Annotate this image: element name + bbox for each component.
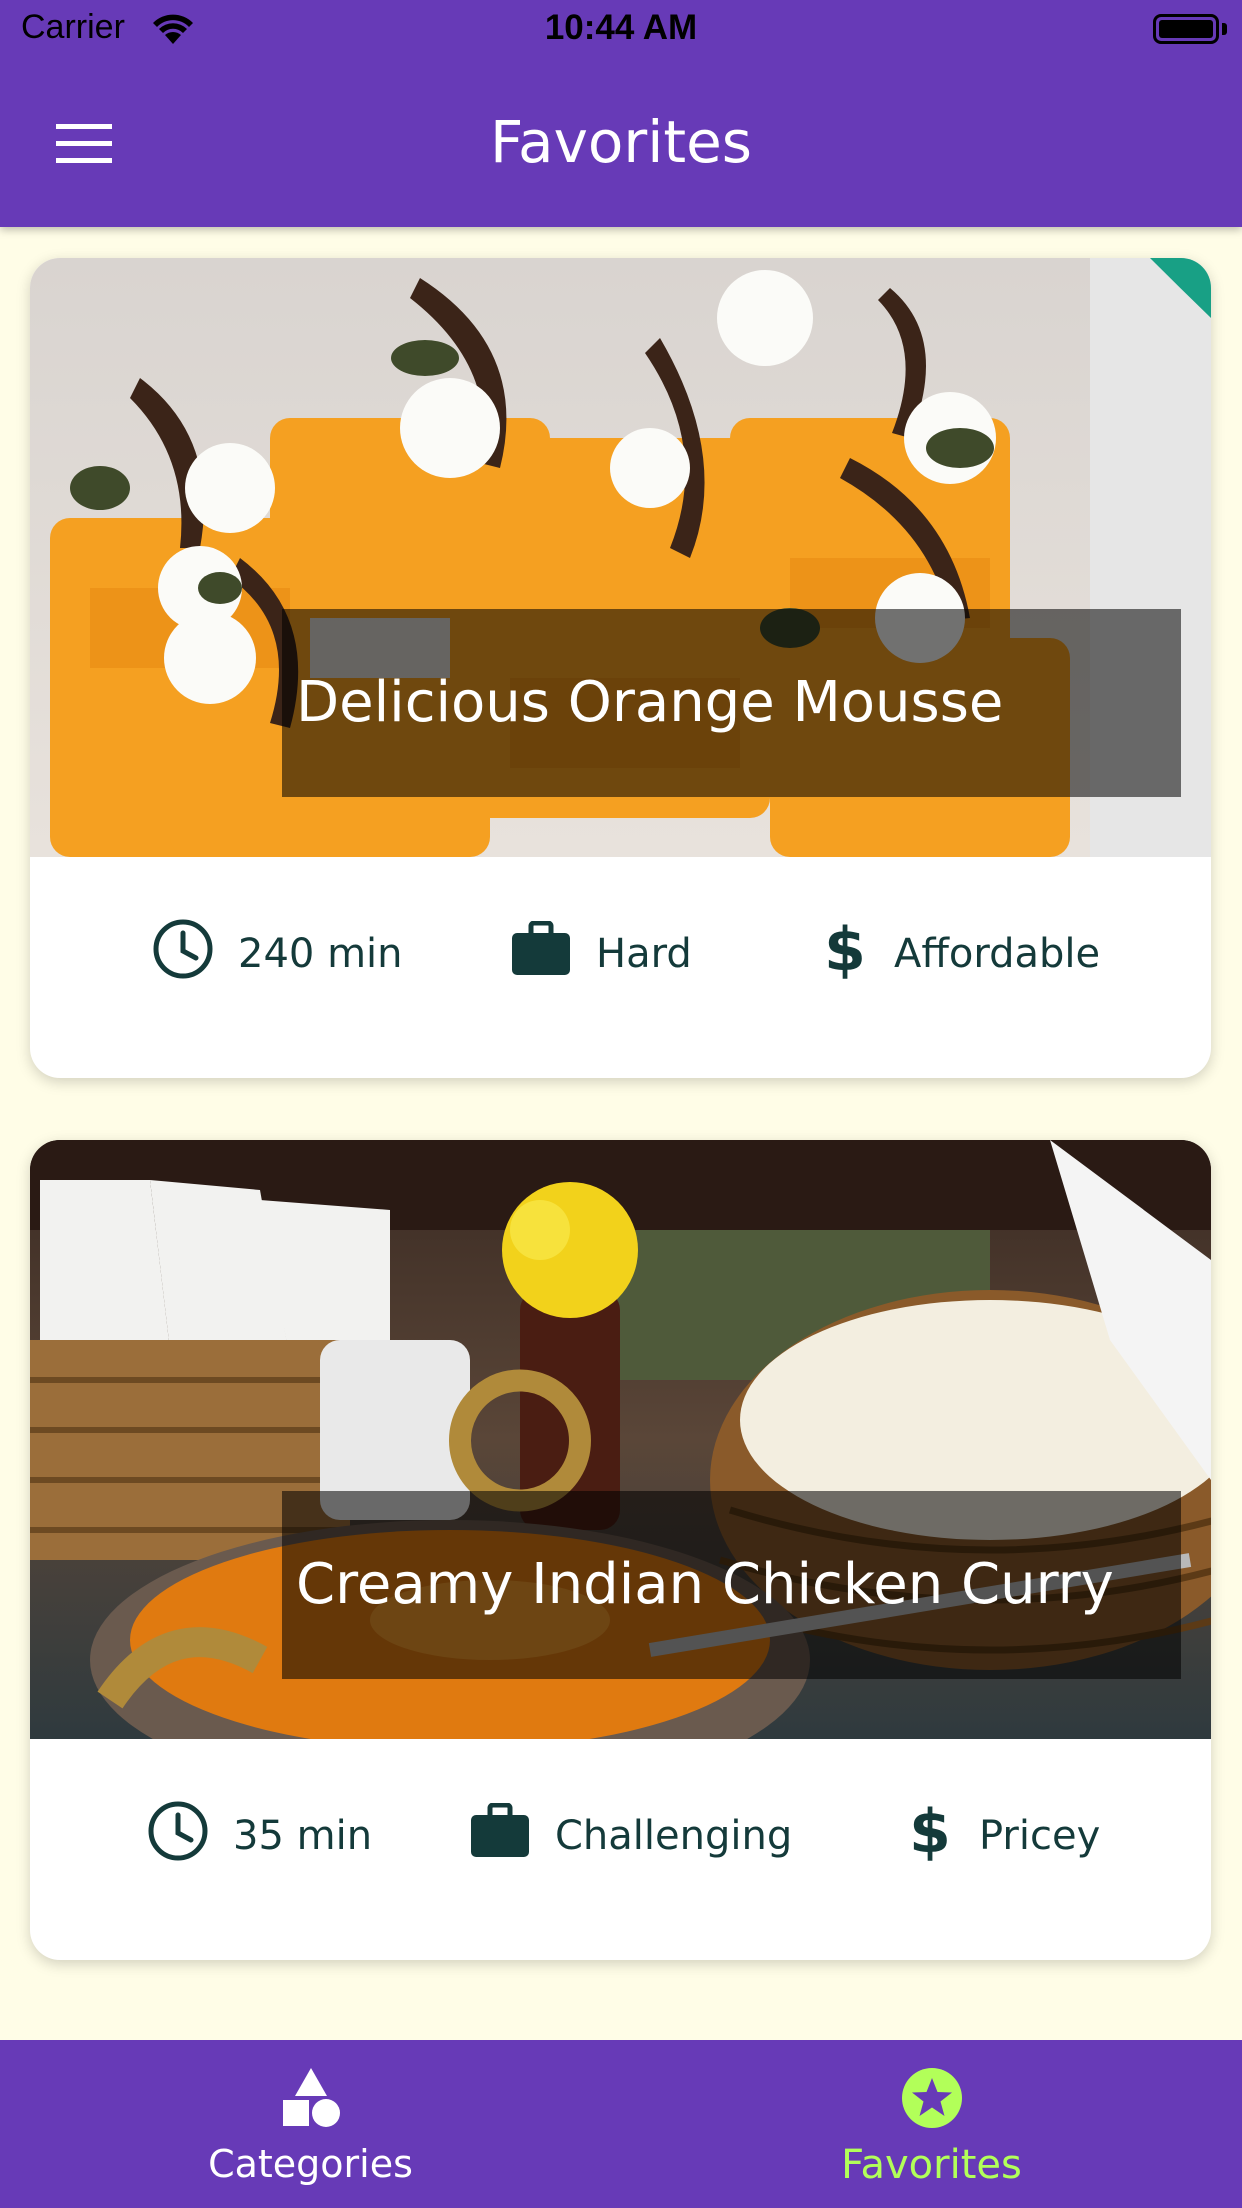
battery-icon: [1153, 14, 1219, 44]
meal-complexity: Challenging: [555, 1813, 793, 1859]
bottom-tab-bar: Categories Favorites: [0, 2040, 1242, 2208]
svg-text:$: $: [824, 918, 866, 980]
meal-details: 35 min Challenging $ Pricey: [30, 1739, 1211, 1960]
tab-categories[interactable]: Categories: [0, 2040, 621, 2208]
meal-complexity: Hard: [596, 931, 692, 977]
tab-label: Categories: [208, 2142, 413, 2186]
dollar-icon: $: [820, 915, 870, 990]
affordability-item: $ Affordable: [820, 915, 1101, 990]
clock-icon: [147, 1800, 209, 1872]
status-bar: Carrier 10:44 AM: [0, 0, 1242, 62]
meal-title-overlay: Creamy Indian Chicken Curry: [282, 1491, 1181, 1679]
svg-text:$: $: [909, 1800, 951, 1862]
meal-affordability: Pricey: [979, 1813, 1101, 1859]
dollar-icon: $: [905, 1797, 955, 1872]
categories-icon: [0, 2066, 621, 2134]
tab-favorites[interactable]: Favorites: [621, 2040, 1242, 2208]
meal-title-overlay: Delicious Orange Mousse: [282, 609, 1181, 797]
star-icon: [621, 2066, 1242, 2134]
complexity-item: Hard: [510, 919, 692, 989]
page-title: Favorites: [490, 108, 752, 176]
meal-details: 240 min Hard $ Affordable: [30, 857, 1211, 1078]
status-time: 10:44 AM: [544, 8, 698, 47]
meal-image-chicken-curry: Creamy Indian Chicken Curry: [30, 1140, 1211, 1739]
battery-tip: [1222, 23, 1227, 35]
meal-duration: 240 min: [238, 931, 403, 977]
meal-image-orange-mousse: Delicious Orange Mousse: [30, 258, 1211, 857]
app-bar: Carrier 10:44 AM Favorites: [0, 0, 1242, 227]
meal-affordability: Affordable: [894, 931, 1101, 977]
meal-card[interactable]: Delicious Orange Mousse 240 min Hard $ A…: [30, 258, 1211, 1078]
meal-title: Creamy Indian Chicken Curry: [296, 1552, 1114, 1617]
briefcase-icon: [510, 920, 572, 987]
meal-title: Delicious Orange Mousse: [296, 670, 1004, 735]
duration-item: 240 min: [152, 919, 403, 989]
tab-label: Favorites: [841, 2142, 1022, 2188]
duration-item: 35 min: [147, 1801, 372, 1871]
affordability-item: $ Pricey: [905, 1797, 1101, 1872]
meal-duration: 35 min: [233, 1813, 373, 1859]
complexity-item: Challenging: [469, 1801, 792, 1871]
meal-card[interactable]: Creamy Indian Chicken Curry 35 min Chall…: [30, 1140, 1211, 1960]
clock-icon: [152, 918, 214, 990]
briefcase-icon: [469, 1802, 531, 1869]
